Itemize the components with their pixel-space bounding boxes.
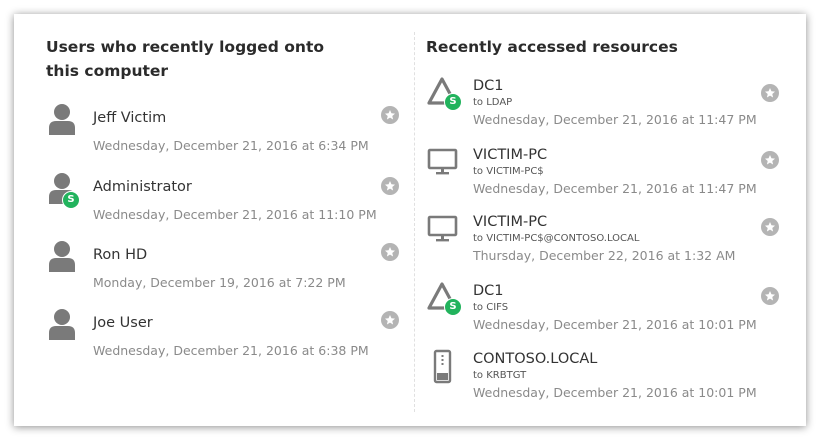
favorite-star-button[interactable] [761,151,779,169]
sensitive-badge-icon: S [444,298,462,316]
star-icon [765,291,775,301]
user-name[interactable]: Joe User [93,313,153,333]
star-icon [385,110,395,120]
resource-access-time: Wednesday, December 21, 2016 at 10:01 PM [473,385,757,400]
user-login-time: Wednesday, December 21, 2016 at 11:10 PM [93,207,377,222]
user-name[interactable]: Ron HD [93,245,147,265]
resource-row[interactable]: S DC1 to CIFS Wednesday, December 21, 20… [426,281,786,341]
favorite-star-button[interactable] [381,243,399,261]
star-icon [765,155,775,165]
favorite-star-button[interactable] [381,106,399,124]
resource-target: to CIFS [473,302,509,313]
resources-panel-title: Recently accessed resources [426,38,678,56]
favorite-star-button[interactable] [381,177,399,195]
star-icon [765,88,775,98]
domain-controller-icon: S [426,76,466,120]
activity-card: Users who recently logged onto this comp… [14,14,806,426]
user-name[interactable]: Administrator [93,177,192,197]
monitor-icon [426,214,466,258]
user-row[interactable]: S Administrator Wednesday, December 21, … [46,173,399,235]
favorite-star-button[interactable] [761,287,779,305]
resource-name[interactable]: VICTIM-PC [473,212,547,232]
resource-row[interactable]: VICTIM-PC to VICTIM-PC$ Wednesday, Decem… [426,145,786,205]
user-login-time: Wednesday, December 21, 2016 at 6:38 PM [93,343,369,358]
user-row[interactable]: Joe User Wednesday, December 21, 2016 at… [46,309,399,371]
resource-target: to KRBTGT [473,370,527,381]
favorite-star-button[interactable] [761,218,779,236]
user-row[interactable]: Jeff Victim Wednesday, December 21, 2016… [46,104,399,166]
resource-target: to LDAP [473,97,513,108]
server-tower-icon [426,349,466,393]
column-divider [414,32,415,412]
resource-name[interactable]: VICTIM-PC [473,145,547,165]
user-name[interactable]: Jeff Victim [93,108,166,128]
user-icon [46,239,86,283]
monitor-icon [426,147,466,191]
user-row[interactable]: Ron HD Monday, December 19, 2016 at 7:22… [46,241,399,303]
user-login-time: Wednesday, December 21, 2016 at 6:34 PM [93,138,369,153]
favorite-star-button[interactable] [761,84,779,102]
favorite-star-button[interactable] [381,311,399,329]
resource-target: to VICTIM-PC$ [473,166,544,177]
star-icon [765,222,775,232]
resource-access-time: Thursday, December 22, 2016 at 1:32 AM [473,248,736,263]
resource-access-time: Wednesday, December 21, 2016 at 11:47 PM [473,112,757,127]
star-icon [385,315,395,325]
star-icon [385,181,395,191]
sensitive-badge-icon: S [62,191,80,209]
user-icon: S [46,171,86,215]
user-icon [46,102,86,146]
resource-target: to VICTIM-PC$@CONTOSO.LOCAL [473,233,640,244]
resource-name[interactable]: CONTOSO.LOCAL [473,349,597,369]
users-panel-title: Users who recently logged onto this comp… [46,38,325,80]
star-icon [385,247,395,257]
resource-row[interactable]: CONTOSO.LOCAL to KRBTGT Wednesday, Decem… [426,349,786,409]
user-icon [46,307,86,351]
resource-row[interactable]: S DC1 to LDAP Wednesday, December 21, 20… [426,76,786,136]
domain-controller-icon: S [426,281,466,325]
resource-access-time: Wednesday, December 21, 2016 at 10:01 PM [473,317,757,332]
resource-name[interactable]: DC1 [473,76,504,96]
resource-row[interactable]: VICTIM-PC to VICTIM-PC$@CONTOSO.LOCAL Th… [426,212,786,272]
resource-name[interactable]: DC1 [473,281,504,301]
resource-access-time: Wednesday, December 21, 2016 at 11:47 PM [473,181,757,196]
sensitive-badge-icon: S [444,93,462,111]
user-login-time: Monday, December 19, 2016 at 7:22 PM [93,275,346,290]
